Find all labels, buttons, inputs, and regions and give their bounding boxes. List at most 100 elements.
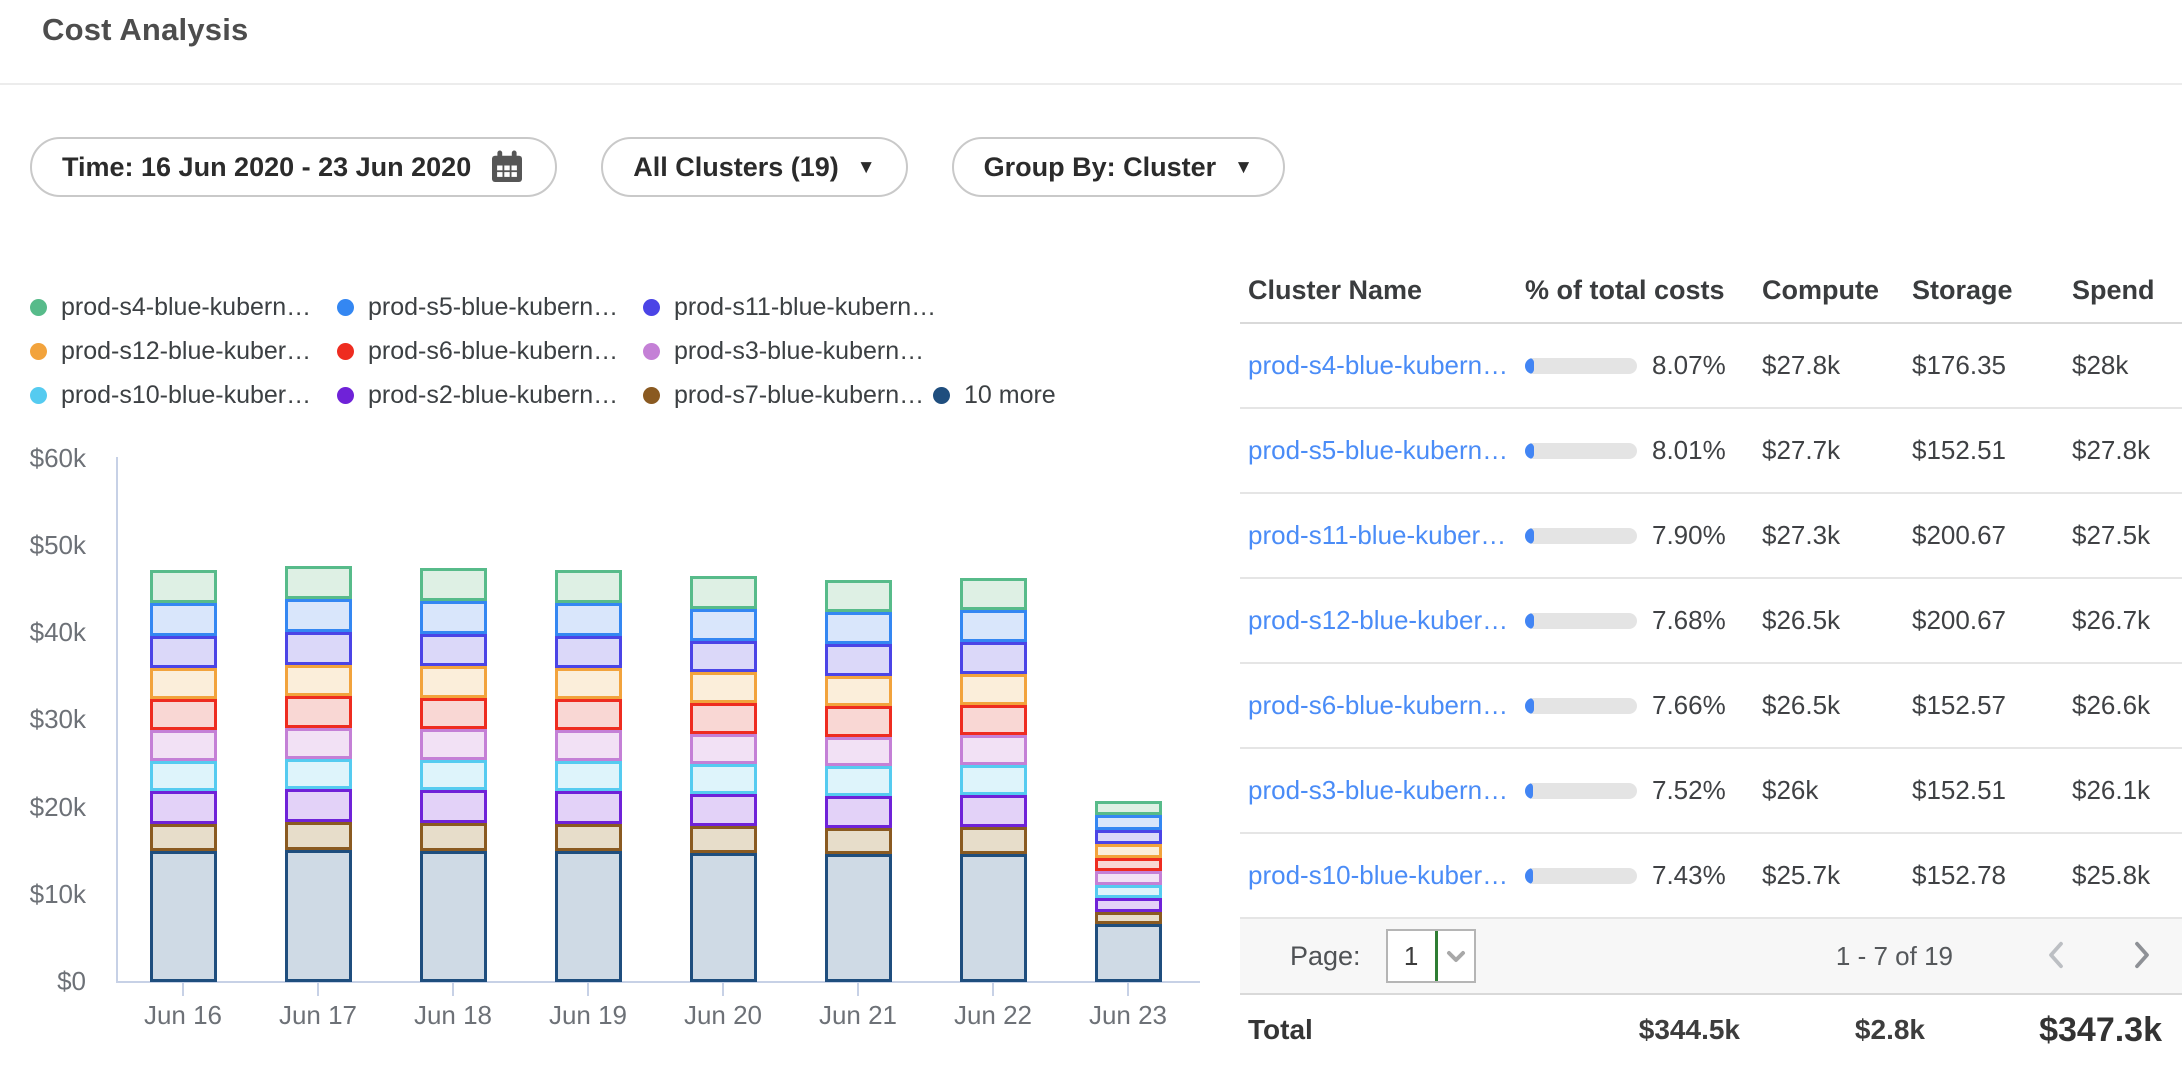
bar-segment[interactable] xyxy=(420,666,487,697)
bar-segment[interactable] xyxy=(285,850,352,982)
bar-segment[interactable] xyxy=(690,764,757,794)
bar-segment[interactable] xyxy=(960,674,1027,705)
bar-segment[interactable] xyxy=(825,828,892,855)
legend-item[interactable]: prod-s7-blue-kubern… xyxy=(643,381,933,410)
bar-segment[interactable] xyxy=(960,795,1027,827)
clusters-filter-dropdown[interactable]: All Clusters (19) ▼ xyxy=(601,137,907,197)
bar-segment[interactable] xyxy=(690,703,757,734)
bar-segment[interactable] xyxy=(825,737,892,767)
bar-segment[interactable] xyxy=(1095,801,1162,815)
bar-segment[interactable] xyxy=(420,851,487,982)
bar-segment[interactable] xyxy=(690,672,757,703)
bar-segment[interactable] xyxy=(285,822,352,850)
bar-segment[interactable] xyxy=(960,578,1027,610)
bar-segment[interactable] xyxy=(825,676,892,707)
bar-segment[interactable] xyxy=(150,636,217,668)
bar-segment[interactable] xyxy=(555,730,622,761)
legend-item[interactable]: prod-s2-blue-kubern… xyxy=(337,381,643,410)
bar-segment[interactable] xyxy=(285,599,352,632)
bar-segment[interactable] xyxy=(1095,858,1162,872)
bar-segment[interactable] xyxy=(960,642,1027,674)
bar-segment[interactable] xyxy=(420,698,487,729)
legend-item[interactable]: prod-s3-blue-kubern… xyxy=(643,337,933,366)
bar-segment[interactable] xyxy=(960,827,1027,854)
bar-segment[interactable] xyxy=(555,851,622,982)
bar-segment[interactable] xyxy=(960,735,1027,765)
bar-segment[interactable] xyxy=(960,765,1027,795)
cluster-link[interactable]: prod-s6-blue-kubern… xyxy=(1248,690,1525,721)
bar-segment[interactable] xyxy=(825,612,892,644)
legend-item[interactable]: prod-s4-blue-kubern… xyxy=(30,293,337,322)
cluster-link[interactable]: prod-s12-blue-kuber… xyxy=(1248,605,1525,636)
bar-segment[interactable] xyxy=(960,610,1027,642)
bar-segment[interactable] xyxy=(420,790,487,823)
bar-segment[interactable] xyxy=(555,699,622,730)
bar-segment[interactable] xyxy=(825,644,892,675)
bar-segment[interactable] xyxy=(285,728,352,759)
page-select[interactable]: 1 xyxy=(1386,929,1476,983)
bar-segment[interactable] xyxy=(150,603,217,636)
legend-item[interactable]: prod-s5-blue-kubern… xyxy=(337,293,643,322)
bar-segment[interactable] xyxy=(420,634,487,666)
bar-segment[interactable] xyxy=(690,826,757,853)
bar-segment[interactable] xyxy=(420,760,487,790)
time-range-filter-button[interactable]: Time: 16 Jun 2020 - 23 Jun 2020 xyxy=(30,137,557,197)
bar-segment[interactable] xyxy=(285,789,352,822)
bar-segment[interactable] xyxy=(1095,898,1162,912)
bar-segment[interactable] xyxy=(690,794,757,826)
bar-segment[interactable] xyxy=(150,570,217,603)
bar-segment[interactable] xyxy=(825,854,892,982)
bar-segment[interactable] xyxy=(1095,844,1162,858)
bar-segment[interactable] xyxy=(825,766,892,795)
bar-segment[interactable] xyxy=(420,729,487,760)
bar-segment[interactable] xyxy=(555,570,622,603)
bar-segment[interactable] xyxy=(150,730,217,761)
legend-item[interactable]: prod-s12-blue-kuber… xyxy=(30,337,337,366)
bar-segment[interactable] xyxy=(420,568,487,601)
bar-segment[interactable] xyxy=(690,609,757,641)
bar-segment[interactable] xyxy=(690,734,757,764)
bar-segment[interactable] xyxy=(555,761,622,791)
bar-segment[interactable] xyxy=(150,791,217,824)
bar-segment[interactable] xyxy=(285,566,352,599)
bar-segment[interactable] xyxy=(960,705,1027,736)
legend-item[interactable]: prod-s6-blue-kubern… xyxy=(337,337,643,366)
bar-segment[interactable] xyxy=(1095,912,1162,924)
bar-segment[interactable] xyxy=(150,699,217,730)
bar-segment[interactable] xyxy=(150,824,217,851)
bar-segment[interactable] xyxy=(150,668,217,699)
cluster-link[interactable]: prod-s5-blue-kubern… xyxy=(1248,435,1525,466)
legend-item[interactable]: prod-s10-blue-kuber… xyxy=(30,381,337,410)
bar-segment[interactable] xyxy=(555,668,622,699)
bar-segment[interactable] xyxy=(555,603,622,636)
bar-segment[interactable] xyxy=(285,632,352,665)
bar-segment[interactable] xyxy=(1095,830,1162,844)
bar-segment[interactable] xyxy=(285,759,352,790)
bar-segment[interactable] xyxy=(690,853,757,982)
bar-segment[interactable] xyxy=(150,761,217,791)
bar-segment[interactable] xyxy=(555,636,622,668)
bar-segment[interactable] xyxy=(420,601,487,634)
cluster-link[interactable]: prod-s10-blue-kuber… xyxy=(1248,860,1525,891)
previous-page-button[interactable] xyxy=(2041,938,2071,975)
bar-segment[interactable] xyxy=(555,791,622,824)
bar-segment[interactable] xyxy=(960,854,1027,982)
next-page-button[interactable] xyxy=(2127,938,2157,975)
bar-segment[interactable] xyxy=(420,823,487,851)
bar-segment[interactable] xyxy=(285,665,352,697)
bar-segment[interactable] xyxy=(825,706,892,736)
bar-segment[interactable] xyxy=(690,641,757,673)
legend-item[interactable]: prod-s11-blue-kubern… xyxy=(643,293,933,322)
bar-segment[interactable] xyxy=(1095,885,1162,898)
bar-segment[interactable] xyxy=(690,576,757,608)
group-by-dropdown[interactable]: Group By: Cluster ▼ xyxy=(952,137,1285,197)
legend-item[interactable]: 10 more xyxy=(933,381,1056,410)
cluster-link[interactable]: prod-s11-blue-kuber… xyxy=(1248,520,1525,551)
cluster-link[interactable]: prod-s4-blue-kubern… xyxy=(1248,350,1525,381)
bar-segment[interactable] xyxy=(555,824,622,851)
bar-segment[interactable] xyxy=(825,580,892,612)
bar-segment[interactable] xyxy=(1095,815,1162,829)
bar-segment[interactable] xyxy=(1095,871,1162,884)
cluster-link[interactable]: prod-s3-blue-kubern… xyxy=(1248,775,1525,806)
bar-segment[interactable] xyxy=(150,851,217,982)
